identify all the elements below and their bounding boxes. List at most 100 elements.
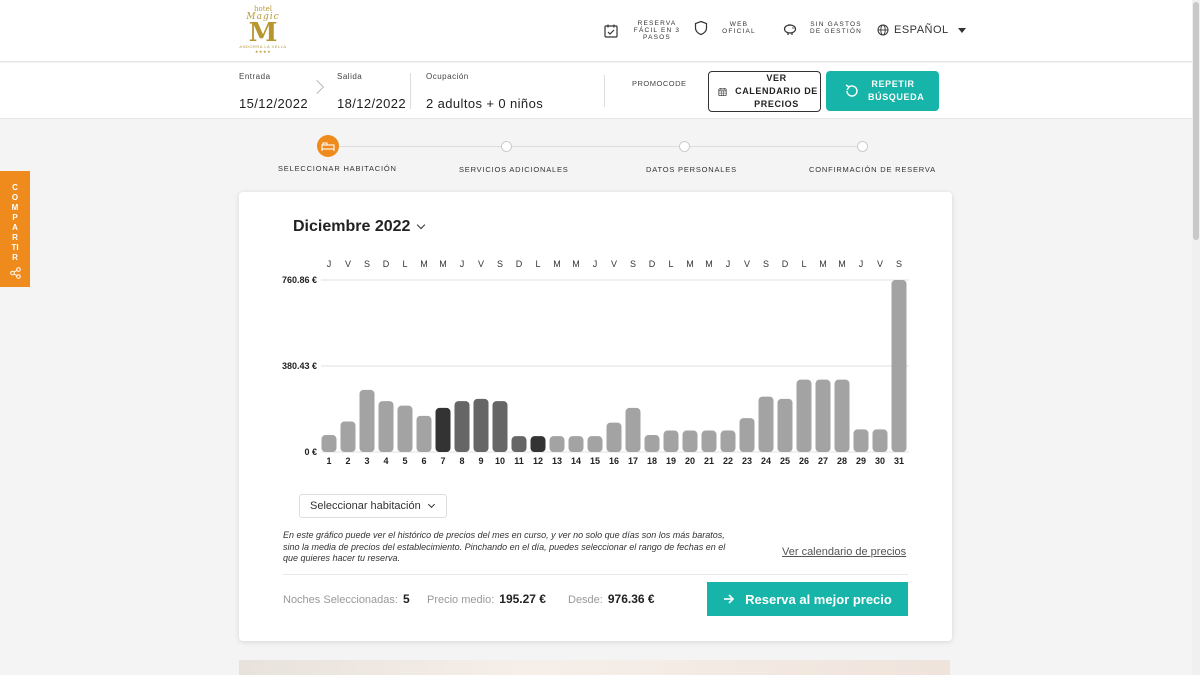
weekday-label: L bbox=[402, 259, 407, 269]
month-label: Diciembre 2022 bbox=[293, 218, 411, 235]
average-price: Precio medio: 195.27 € bbox=[427, 592, 546, 606]
price-bar-day-11[interactable] bbox=[511, 436, 527, 452]
day-label[interactable]: 29 bbox=[856, 456, 866, 466]
price-bar-day-8[interactable] bbox=[454, 401, 470, 452]
weekday-label: D bbox=[383, 259, 390, 269]
weekday-label: J bbox=[460, 259, 465, 269]
divider bbox=[410, 73, 411, 109]
weekday-label: M bbox=[838, 259, 846, 269]
day-label[interactable]: 14 bbox=[571, 456, 581, 466]
y-tick-label: 0 € bbox=[304, 447, 317, 457]
day-label[interactable]: 11 bbox=[514, 456, 524, 466]
price-bar-day-3[interactable] bbox=[359, 389, 375, 452]
scrollbar-thumb[interactable] bbox=[1193, 2, 1199, 240]
select-room-dropdown[interactable]: Seleccionar habitación bbox=[299, 494, 447, 518]
day-label[interactable]: 9 bbox=[478, 456, 483, 466]
day-label[interactable]: 22 bbox=[723, 456, 733, 466]
checkin-field[interactable]: 15/12/2022 bbox=[239, 96, 308, 111]
day-label[interactable]: 3 bbox=[364, 456, 369, 466]
day-label[interactable]: 26 bbox=[799, 456, 809, 466]
page-scrollbar[interactable] bbox=[1192, 0, 1200, 675]
weekday-label: M bbox=[705, 259, 713, 269]
day-label[interactable]: 12 bbox=[533, 456, 543, 466]
month-selector[interactable]: Diciembre 2022 bbox=[293, 218, 426, 236]
view-price-calendar-button[interactable]: VER CALENDARIO DE PRECIOS bbox=[708, 71, 821, 112]
day-label[interactable]: 27 bbox=[818, 456, 828, 466]
price-bar-day-31[interactable] bbox=[891, 280, 907, 452]
weekday-label: M bbox=[686, 259, 694, 269]
feature-no-fees: SIN GASTOS DE GESTIÓN bbox=[782, 20, 866, 36]
hotel-logo[interactable]: hotel Magic M ANDORRA LA VELLA ★★★★ bbox=[238, 6, 288, 56]
occupancy-field[interactable]: 2 adultos + 0 niños bbox=[426, 96, 543, 111]
day-label[interactable]: 8 bbox=[459, 456, 464, 466]
day-label[interactable]: 31 bbox=[894, 456, 904, 466]
price-bar-day-24[interactable] bbox=[758, 396, 774, 452]
promocode-field[interactable]: PROMOCODE bbox=[632, 79, 687, 88]
price-bar-day-2[interactable] bbox=[340, 421, 356, 452]
day-label[interactable]: 2 bbox=[345, 456, 350, 466]
caret-down-icon bbox=[957, 27, 966, 33]
day-label[interactable]: 16 bbox=[609, 456, 619, 466]
refresh-icon bbox=[845, 84, 858, 97]
price-bar-day-30[interactable] bbox=[872, 429, 888, 452]
price-bar-day-26[interactable] bbox=[796, 379, 812, 452]
day-label[interactable]: 7 bbox=[440, 456, 445, 466]
price-bar-day-23[interactable] bbox=[739, 418, 755, 452]
price-bar-day-4[interactable] bbox=[378, 401, 394, 452]
day-label[interactable]: 23 bbox=[742, 456, 752, 466]
share-label: COMPARTIR bbox=[11, 183, 19, 262]
book-best-price-button[interactable]: Reserva al mejor precio bbox=[707, 582, 908, 616]
price-bar-day-13[interactable] bbox=[549, 436, 565, 452]
chevron-down-icon bbox=[417, 220, 426, 230]
price-bar-day-18[interactable] bbox=[644, 435, 660, 452]
day-label[interactable]: 5 bbox=[402, 456, 407, 466]
price-bar-day-21[interactable] bbox=[701, 430, 717, 452]
day-label[interactable]: 30 bbox=[875, 456, 885, 466]
price-bar-day-22[interactable] bbox=[720, 430, 736, 452]
price-bar-day-6[interactable] bbox=[416, 415, 432, 452]
share-tab[interactable]: COMPARTIR bbox=[0, 171, 30, 287]
price-bar-day-27[interactable] bbox=[815, 379, 831, 452]
day-label[interactable]: 17 bbox=[628, 456, 638, 466]
price-bar-day-28[interactable] bbox=[834, 379, 850, 452]
checkout-field[interactable]: 18/12/2022 bbox=[337, 96, 406, 111]
price-bar-day-14[interactable] bbox=[568, 436, 584, 452]
day-label[interactable]: 20 bbox=[685, 456, 695, 466]
price-bar-day-25[interactable] bbox=[777, 398, 793, 452]
weekday-label: S bbox=[364, 259, 370, 269]
weekday-label: M bbox=[420, 259, 428, 269]
language-selector[interactable]: ESPAÑOL bbox=[877, 24, 966, 36]
price-bar-day-1[interactable] bbox=[321, 435, 337, 452]
repeat-search-button[interactable]: REPETIR BÚSQUEDA bbox=[826, 71, 939, 111]
day-label[interactable]: 4 bbox=[383, 456, 388, 466]
price-bar-day-17[interactable] bbox=[625, 407, 641, 452]
day-label[interactable]: 24 bbox=[761, 456, 771, 466]
day-label[interactable]: 25 bbox=[780, 456, 790, 466]
arrow-right-icon bbox=[724, 594, 735, 604]
price-bar-day-7[interactable] bbox=[435, 407, 451, 452]
booking-page: hotel Magic M ANDORRA LA VELLA ★★★★ RESE… bbox=[0, 0, 1200, 675]
weekday-label: V bbox=[877, 259, 883, 269]
weekday-label: D bbox=[649, 259, 656, 269]
day-label[interactable]: 19 bbox=[666, 456, 676, 466]
day-label[interactable]: 13 bbox=[552, 456, 562, 466]
divider bbox=[283, 574, 908, 575]
day-label[interactable]: 21 bbox=[704, 456, 714, 466]
day-label[interactable]: 15 bbox=[590, 456, 600, 466]
price-bar-day-19[interactable] bbox=[663, 430, 679, 452]
day-label[interactable]: 18 bbox=[647, 456, 657, 466]
price-bar-day-9[interactable] bbox=[473, 398, 489, 452]
price-bar-day-20[interactable] bbox=[682, 430, 698, 452]
day-label[interactable]: 28 bbox=[837, 456, 847, 466]
day-label[interactable]: 6 bbox=[421, 456, 426, 466]
price-bar-day-15[interactable] bbox=[587, 436, 603, 452]
price-bar-day-16[interactable] bbox=[606, 422, 622, 452]
step-label-personal-data: DATOS PERSONALES bbox=[646, 165, 737, 174]
day-label[interactable]: 1 bbox=[326, 456, 331, 466]
view-price-calendar-link[interactable]: Ver calendario de precios bbox=[782, 546, 906, 558]
price-bar-day-5[interactable] bbox=[397, 405, 413, 452]
price-bar-day-10[interactable] bbox=[492, 401, 508, 452]
price-bar-day-12[interactable] bbox=[530, 436, 546, 452]
price-bar-day-29[interactable] bbox=[853, 429, 869, 452]
day-label[interactable]: 10 bbox=[495, 456, 505, 466]
